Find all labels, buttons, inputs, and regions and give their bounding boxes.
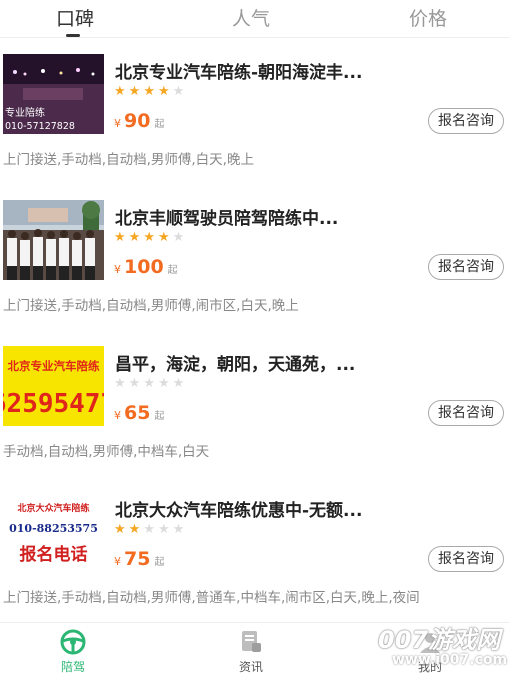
consult-button[interactable]: 报名咨询 [428, 108, 504, 134]
star-filled-icon: ★ [128, 84, 144, 99]
svg-text:报名电话: 报名电话 [20, 544, 88, 565]
steering-wheel-icon [60, 629, 86, 655]
star-empty-icon: ★ [172, 376, 188, 391]
star-empty-icon: ★ [172, 230, 188, 245]
svg-text:010-57127828: 010-57127828 [5, 121, 75, 132]
nav-item-news[interactable]: 资讯 [211, 629, 291, 675]
price-value: 100 [124, 256, 164, 278]
tab-price[interactable]: 价格 [409, 4, 447, 31]
star-filled-icon: ★ [143, 230, 158, 245]
item-thumbnail: 北京大众汽车陪练 010-88253575 报名电话 [3, 492, 104, 572]
price-unit: 起 [154, 119, 165, 130]
item-tags: 上门接送,手动档,自动档,男师傅,闹市区,白天,晚上 [3, 298, 299, 314]
star-filled-icon: ★ [157, 84, 173, 99]
item-thumbnail: 专业陪练 010-57127828 [3, 54, 104, 134]
item-tags: 上门接送,手动档,自动档,男师傅,白天,晚上 [3, 152, 254, 168]
nav-label: 资讯 [238, 660, 263, 674]
item-title: 北京大众汽车陪练优惠中-无额... [115, 501, 363, 521]
price-unit: 起 [154, 411, 165, 422]
price-unit: 起 [167, 265, 178, 276]
svg-text:62595477: 62595477 [3, 389, 104, 419]
rating-stars: ★★★★★ [114, 522, 187, 537]
star-filled-icon: ★ [114, 522, 129, 537]
rating-stars: ★★★★★ [114, 230, 187, 245]
nav-label: 我的 [417, 660, 442, 674]
star-filled-icon: ★ [114, 230, 129, 245]
item-price: ¥75 起 [114, 548, 164, 570]
item-title: 昌平，海淀，朝阳，天通苑，... [115, 355, 356, 375]
yellow-ad-banner: 北京专业汽车陪练 62595477 [3, 346, 104, 426]
price-value: 65 [124, 402, 151, 424]
svg-text:北京专业汽车陪练: 北京专业汽车陪练 [8, 359, 100, 373]
news-icon [242, 631, 261, 652]
rating-stars: ★★★★★ [114, 376, 187, 391]
star-filled-icon: ★ [128, 230, 144, 245]
item-price: ¥100 起 [114, 256, 178, 278]
tab-reputation[interactable]: 口碑 [56, 4, 94, 31]
tab-bar: 口碑 人气 价格 [0, 0, 509, 38]
star-filled-icon: ★ [128, 522, 144, 537]
consult-button[interactable]: 报名咨询 [428, 400, 504, 426]
star-filled-icon: ★ [143, 84, 158, 99]
star-empty-icon: ★ [157, 522, 173, 537]
bottom-nav: 陪驾 资讯 我的 [0, 622, 509, 677]
star-empty-icon: ★ [157, 376, 173, 391]
active-tab-indicator [66, 34, 80, 37]
white-ad-banner: 北京大众汽车陪练 010-88253575 报名电话 [3, 492, 104, 572]
list-item[interactable]: 北京大众汽车陪练 010-88253575 报名电话 北京大众汽车陪练优惠中-无… [0, 476, 509, 622]
rating-stars: ★★★★★ [114, 84, 187, 99]
star-filled-icon: ★ [114, 84, 129, 99]
nav-item-mine[interactable]: 我的 [390, 629, 470, 675]
currency-symbol: ¥ [114, 117, 121, 130]
nav-item-driving[interactable]: 陪驾 [33, 629, 113, 675]
list-item[interactable]: 北京专业汽车陪练 62595477 昌平，海淀，朝阳，天通苑，... ★★★★★… [0, 330, 509, 476]
price-value: 75 [124, 548, 151, 570]
item-thumbnail: 北京专业汽车陪练 62595477 [3, 346, 104, 426]
consult-button[interactable]: 报名咨询 [428, 254, 504, 280]
item-tags: 上门接送,手动档,自动档,男师傅,普通车,中档车,闹市区,白天,晚上,夜间 [3, 590, 420, 606]
item-title: 北京丰顺驾驶员陪驾陪练中... [115, 209, 339, 229]
currency-symbol: ¥ [114, 555, 121, 568]
currency-symbol: ¥ [114, 263, 121, 276]
item-price: ¥65 起 [114, 402, 164, 424]
star-empty-icon: ★ [172, 84, 188, 99]
item-thumbnail [3, 200, 104, 280]
price-value: 90 [124, 110, 151, 132]
group-photo [3, 200, 104, 280]
svg-text:北京大众汽车陪练: 北京大众汽车陪练 [17, 502, 89, 514]
svg-text:010-88253575: 010-88253575 [9, 522, 98, 535]
nav-label: 陪驾 [60, 660, 85, 674]
star-filled-icon: ★ [157, 230, 173, 245]
star-empty-icon: ★ [143, 522, 158, 537]
star-empty-icon: ★ [143, 376, 158, 391]
star-empty-icon: ★ [172, 522, 188, 537]
svg-text:专业陪练: 专业陪练 [5, 106, 45, 119]
consult-button[interactable]: 报名咨询 [428, 546, 504, 572]
list-item[interactable]: 北京丰顺驾驶员陪驾陪练中... ★★★★★ ¥100 起 报名咨询 上门接送,手动… [0, 184, 509, 330]
night-road-photo: 专业陪练 010-57127828 [3, 54, 104, 134]
tab-popularity[interactable]: 人气 [232, 4, 270, 31]
item-tags: 手动档,自动档,男师傅,中档车,白天 [3, 444, 210, 460]
item-price: ¥90 起 [114, 110, 164, 132]
star-empty-icon: ★ [114, 376, 129, 391]
list-item[interactable]: 专业陪练 010-57127828 北京专业汽车陪练-朝阳海淀丰... ★★★★… [0, 38, 509, 184]
price-unit: 起 [154, 557, 165, 568]
currency-symbol: ¥ [114, 409, 121, 422]
user-icon [420, 633, 440, 653]
item-title: 北京专业汽车陪练-朝阳海淀丰... [115, 63, 363, 83]
star-empty-icon: ★ [128, 376, 144, 391]
